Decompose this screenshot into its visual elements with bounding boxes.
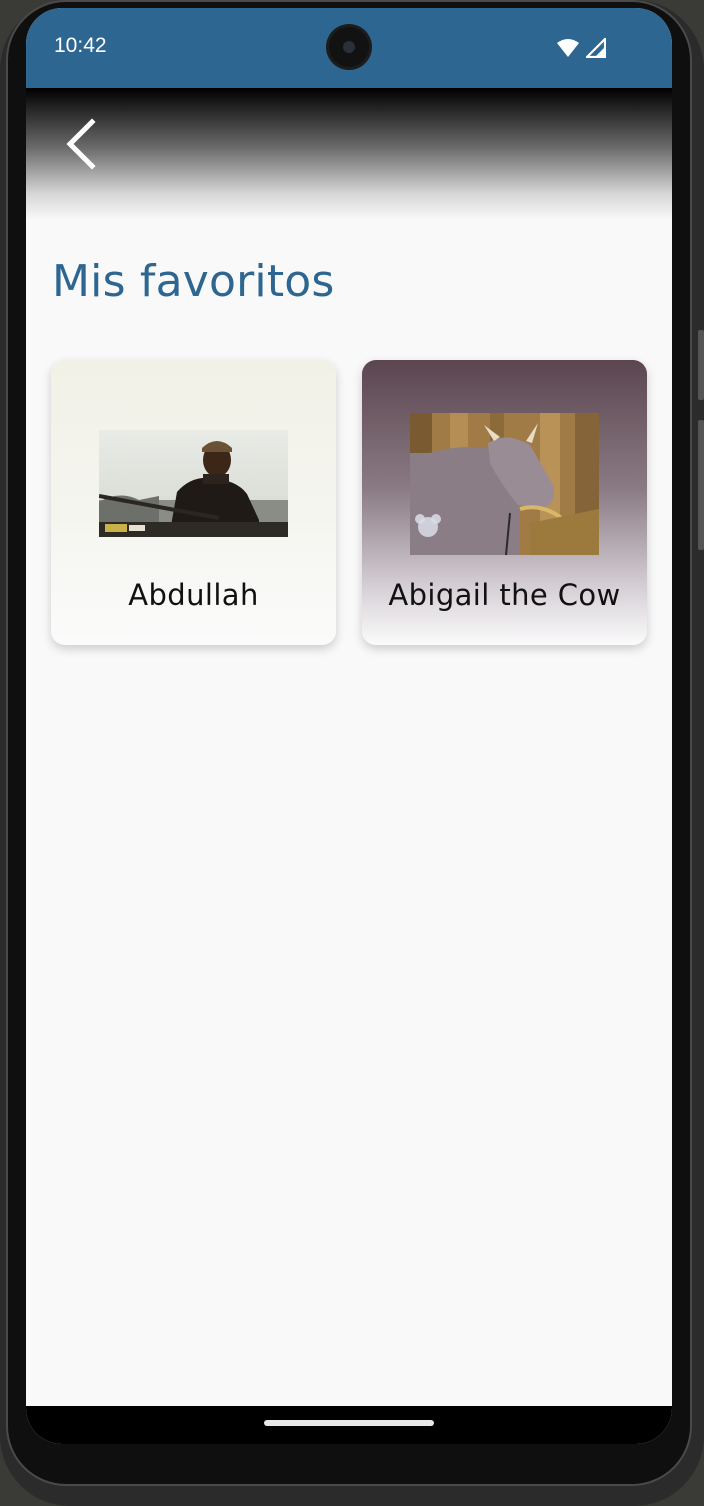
- status-icons: [556, 38, 606, 58]
- chevron-left-icon: [66, 118, 96, 170]
- page-title: Mis favoritos: [52, 256, 335, 307]
- wifi-icon: [557, 39, 579, 57]
- front-camera: [329, 27, 369, 67]
- status-bar: 10:42: [26, 8, 672, 88]
- character-image: [410, 413, 599, 555]
- home-indicator[interactable]: [264, 1420, 434, 1426]
- navigation-bar: [26, 1406, 672, 1444]
- phone-frame: 10:42 Mis favoritos Abdullah Abigail the…: [0, 0, 704, 1506]
- favorite-card[interactable]: Abdullah: [51, 360, 336, 645]
- power-button: [698, 330, 704, 400]
- card-label: Abdullah: [128, 578, 259, 612]
- favorite-card[interactable]: Abigail the Cow: [362, 360, 647, 645]
- back-button[interactable]: [56, 112, 104, 172]
- favorites-grid: Abdullah Abigail the Cow: [51, 360, 647, 646]
- screen: 10:42 Mis favoritos Abdullah Abigail the…: [26, 8, 672, 1444]
- header-gradient: [26, 88, 672, 220]
- cellular-signal-icon: [586, 38, 606, 58]
- volume-button: [698, 420, 704, 550]
- character-image: [99, 430, 288, 537]
- status-time: 10:42: [54, 34, 107, 57]
- card-label: Abigail the Cow: [388, 578, 621, 612]
